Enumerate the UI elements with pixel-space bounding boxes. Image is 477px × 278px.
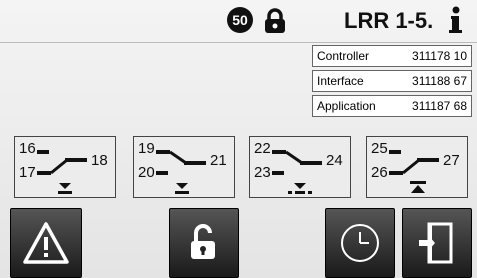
terminal-number: 26 bbox=[371, 164, 388, 181]
terminal-number: 22 bbox=[254, 140, 271, 157]
terminal-number: 27 bbox=[443, 152, 460, 169]
terminal-number: 25 bbox=[371, 140, 388, 157]
lock-icon[interactable] bbox=[262, 8, 288, 34]
version-label: Controller bbox=[317, 49, 370, 63]
terminal-number: 24 bbox=[326, 152, 343, 169]
terminal-number: 19 bbox=[138, 140, 155, 157]
relay-panel-2[interactable]: 19 20 21 bbox=[133, 136, 235, 198]
relay-panel-1[interactable]: 16 17 18 bbox=[14, 136, 116, 198]
status-badge: 50 bbox=[227, 7, 253, 33]
header-divider bbox=[0, 42, 477, 43]
version-value: 311188 67 bbox=[412, 74, 467, 88]
relay-panel-4[interactable]: 25 26 27 bbox=[366, 136, 468, 198]
warning-button[interactable] bbox=[10, 208, 82, 278]
warning-icon bbox=[23, 222, 69, 264]
main-screen: 50 LRR 1-5. Controller 311178 10 Interfa… bbox=[0, 0, 477, 278]
clock-icon bbox=[341, 224, 379, 262]
version-row-interface: Interface 311188 67 bbox=[312, 70, 472, 92]
exit-button[interactable] bbox=[402, 208, 472, 278]
terminal-number: 16 bbox=[19, 140, 36, 157]
unlock-button[interactable] bbox=[169, 208, 239, 278]
terminal-number: 21 bbox=[210, 152, 227, 169]
terminal-number: 17 bbox=[19, 164, 36, 181]
top-bar: 50 LRR 1-5. bbox=[0, 0, 477, 40]
version-row-controller: Controller 311178 10 bbox=[312, 45, 472, 67]
clock-button[interactable] bbox=[325, 208, 395, 278]
version-value: 311178 10 bbox=[412, 49, 467, 63]
version-label: Application bbox=[317, 99, 376, 113]
unlock-icon bbox=[191, 224, 215, 259]
terminal-number: 20 bbox=[138, 164, 155, 181]
terminal-number: 23 bbox=[254, 164, 271, 181]
device-label: LRR 1-5. bbox=[344, 8, 434, 33]
relay-panel-3[interactable]: 22 23 24 bbox=[249, 136, 351, 198]
version-table: Controller 311178 10 Interface 311188 67… bbox=[312, 45, 472, 120]
info-icon[interactable] bbox=[446, 6, 466, 34]
exit-door-icon bbox=[419, 222, 453, 264]
version-value: 311187 68 bbox=[412, 99, 467, 113]
version-row-application: Application 311187 68 bbox=[312, 95, 472, 117]
version-label: Interface bbox=[317, 74, 364, 88]
terminal-number: 18 bbox=[91, 152, 108, 169]
